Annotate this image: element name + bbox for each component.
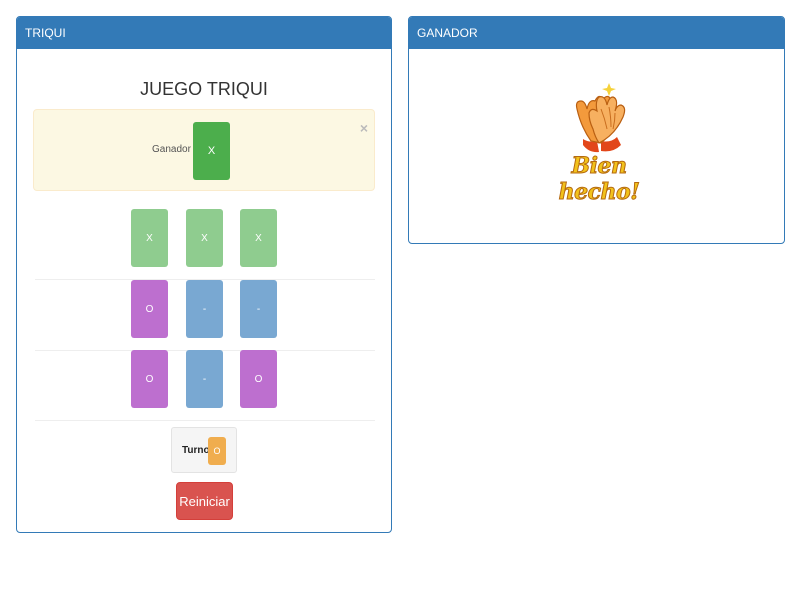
reset-button[interactable]: Reiniciar <box>176 482 233 520</box>
close-icon[interactable]: × <box>360 120 368 136</box>
game-title: JUEGO TRIQUI <box>140 79 268 99</box>
triqui-panel-heading: TRIQUI <box>17 17 391 49</box>
bien-hecho-text: Bien hecho! <box>558 153 640 206</box>
board-row-1: X X X <box>35 209 375 280</box>
board-cell[interactable]: O <box>240 350 277 408</box>
board-cell[interactable]: X <box>186 209 223 267</box>
clapping-hands-icon <box>575 83 626 153</box>
board-row-3: O - O <box>35 350 375 421</box>
board-cell[interactable]: X <box>240 209 277 267</box>
board-row-2: O - - <box>35 280 375 351</box>
board-cell[interactable]: X <box>131 209 168 267</box>
board-cell[interactable]: - <box>186 280 223 338</box>
board-cell[interactable]: - <box>186 350 223 408</box>
winner-alert: × Ganador X <box>33 109 375 191</box>
board-cell[interactable]: O <box>131 350 168 408</box>
board-cell[interactable]: - <box>240 280 277 338</box>
clapping-hands-image: Bien hecho! <box>539 79 659 206</box>
board-cell[interactable]: O <box>131 280 168 338</box>
winner-badge: X <box>193 122 230 180</box>
ganador-panel-heading: GANADOR <box>409 17 784 49</box>
turn-badge: O <box>208 437 226 465</box>
turn-indicator: Turno: O <box>171 427 237 473</box>
ganador-panel: GANADOR Bien hecho! <box>408 16 785 244</box>
triqui-panel: TRIQUI JUEGO TRIQUI × Ganador X X X X O … <box>16 16 392 533</box>
winner-label: Ganador <box>152 144 191 155</box>
